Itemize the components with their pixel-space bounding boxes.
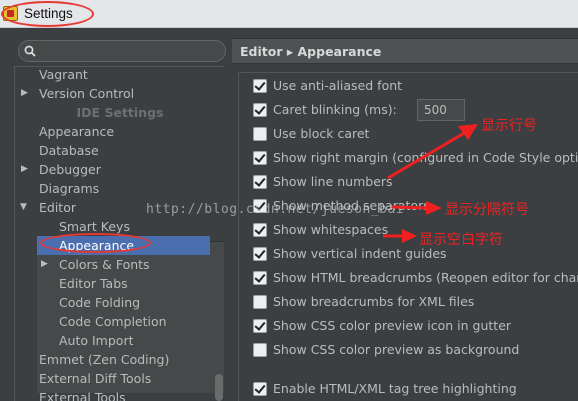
tree-item-external-tools[interactable]: External Tools [39, 388, 126, 401]
tree-item-editor[interactable]: Editor [39, 198, 76, 217]
window-title: Settings [24, 6, 73, 21]
option-label: Show HTML breadcrumbs (Reopen editor for… [273, 270, 578, 285]
breadcrumb-separator-icon: ▸ [286, 44, 294, 59]
tree-item-debugger[interactable]: Debugger [39, 160, 101, 179]
tree-item-appearance[interactable]: Appearance [39, 122, 114, 141]
tree-item-vagrant[interactable]: Vagrant [39, 67, 88, 84]
option-label: Show CSS color preview as background [273, 342, 520, 357]
option-label: Show whitespaces [273, 222, 389, 237]
option-label: Show method separators [273, 198, 430, 213]
checkbox[interactable] [253, 127, 267, 141]
tree-item-editor-tabs[interactable]: Editor Tabs [59, 274, 128, 293]
caret-blinking-input[interactable]: 500 [417, 99, 465, 121]
search-box[interactable] [18, 40, 226, 62]
settings-navigation-panel: Vagrant ▶ Version Control IDE Settings A… [0, 28, 230, 401]
checkbox[interactable] [253, 175, 267, 189]
breadcrumb-parent: Editor [240, 44, 283, 59]
checkbox[interactable] [253, 319, 267, 333]
option-label: Show line numbers [273, 174, 393, 189]
checkbox[interactable] [253, 223, 267, 237]
annotation-method-separators: 显示分隔符号 [445, 202, 529, 218]
option-label: Use block caret [273, 126, 370, 141]
checkbox[interactable] [253, 382, 267, 396]
expand-arrow-icon[interactable]: ▶ [21, 160, 29, 179]
annotation-line-numbers: 显示行号 [481, 118, 537, 134]
option-label: Show breadcrumbs for XML files [273, 294, 475, 309]
checkbox[interactable] [253, 103, 267, 117]
tree-scrollbar[interactable] [215, 374, 223, 401]
tree-item-code-folding[interactable]: Code Folding [59, 293, 140, 312]
option-label: Show CSS color preview icon in gutter [273, 318, 512, 333]
tree-item-code-completion[interactable]: Code Completion [59, 312, 167, 331]
tree-item-diagrams[interactable]: Diagrams [39, 179, 99, 198]
app-icon [3, 6, 18, 21]
search-input[interactable] [41, 43, 221, 59]
tree-item-database[interactable]: Database [39, 141, 99, 160]
title-bar: Settings [0, 0, 578, 28]
tree-item-external-diff-tools[interactable]: External Diff Tools [39, 369, 151, 388]
tree-item-editor-appearance[interactable]: Appearance [37, 236, 210, 255]
checkbox[interactable] [253, 247, 267, 261]
tree-item-smart-keys[interactable]: Smart Keys [59, 217, 130, 236]
option-label: Show right margin (configured in Code St… [273, 150, 578, 165]
search-icon [24, 45, 36, 57]
breadcrumb: Editor ▸ Appearance [232, 38, 578, 64]
tree-item-colors-fonts[interactable]: Colors & Fonts [59, 255, 150, 274]
checkbox[interactable] [253, 271, 267, 285]
option-label: Use anti-aliased font [273, 78, 403, 93]
option-label: Caret blinking (ms): [273, 102, 397, 117]
checkbox[interactable] [253, 343, 267, 357]
annotation-whitespaces: 显示空白字符 [419, 232, 503, 248]
breadcrumb-text: Editor ▸ Appearance [240, 44, 381, 59]
tree-item-version-control[interactable]: Version Control [39, 84, 134, 103]
tree-item-emmet[interactable]: Emmet (Zen Coding) [39, 350, 169, 369]
checkbox[interactable] [253, 79, 267, 93]
option-label: Enable HTML/XML tag tree highlighting [273, 381, 517, 396]
tree-section-ide-settings: IDE Settings [76, 105, 164, 120]
tree-item-auto-import[interactable]: Auto Import [59, 331, 133, 350]
expand-arrow-icon[interactable]: ▶ [41, 255, 49, 274]
collapse-arrow-icon[interactable]: ▼ [20, 198, 28, 217]
checkbox[interactable] [253, 151, 267, 165]
settings-tree: Vagrant ▶ Version Control IDE Settings A… [14, 66, 224, 401]
checkbox[interactable] [253, 295, 267, 309]
checkbox[interactable] [253, 199, 267, 213]
expand-arrow-icon[interactable]: ▶ [21, 84, 29, 103]
breadcrumb-current: Appearance [297, 44, 382, 59]
